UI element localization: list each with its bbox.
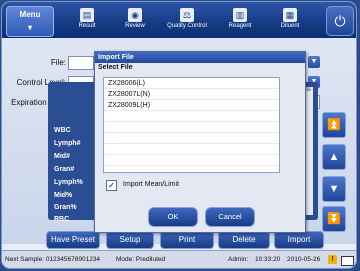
param-mid-count: Mid# <box>54 153 70 160</box>
printer-icon[interactable] <box>341 256 354 266</box>
print-button[interactable]: Print <box>160 231 214 249</box>
review-icon: ◉ <box>128 8 142 22</box>
param-rbc: RBC <box>54 216 70 223</box>
import-mean-label: Import Mean/Limit <box>123 181 180 188</box>
dialog-subtitle: Select File <box>98 64 133 71</box>
param-gran-percent: Gran% <box>54 204 77 211</box>
list-item-empty[interactable] <box>104 111 279 122</box>
balance-icon: ⚖ <box>180 8 194 22</box>
scroll-down-button[interactable]: ▼ <box>322 176 346 202</box>
reagent-button[interactable]: ▥ Reagent <box>218 5 262 35</box>
list-item-empty[interactable] <box>104 155 279 166</box>
warning-icon[interactable]: ! <box>328 255 337 264</box>
param-gran-count: Gran# <box>54 166 75 173</box>
user-text: Admin: <box>228 256 249 263</box>
menu-button[interactable]: Menu ▾ <box>6 6 54 37</box>
file-field[interactable] <box>68 56 94 70</box>
review-label: Review <box>125 23 145 29</box>
status-bar: Next Sample: 012345678901234 Mode: Predi… <box>2 250 356 268</box>
review-button[interactable]: ◉ Review <box>114 5 156 35</box>
checkmark-icon: ✓ <box>108 181 115 190</box>
diluent-label: Diluent <box>280 23 300 29</box>
param-wbc: WBC <box>54 127 71 134</box>
scroll-top-button[interactable]: ⏫ <box>322 112 346 138</box>
down-icon: ▼ <box>328 183 340 195</box>
power-icon: ⏻ <box>334 13 346 29</box>
file-list[interactable]: ZX28006(L) ZX28007L(N) ZX28009L(H) <box>103 77 280 173</box>
menu-label: Menu <box>19 10 41 19</box>
file-dropdown-button[interactable]: ▼ <box>308 56 320 68</box>
result-button[interactable]: ▤ Result <box>66 5 108 35</box>
list-item[interactable]: ZX28007L(N) <box>104 89 279 100</box>
list-item-empty[interactable] <box>104 133 279 144</box>
import-mean-checkbox[interactable]: ✓ <box>106 180 117 191</box>
diluent-button[interactable]: ▦ Diluent <box>268 5 312 35</box>
quality-control-button[interactable]: ⚖ Quality Control <box>162 5 212 35</box>
param-lymph-count: Lymph# <box>54 140 81 147</box>
dialog-title: Import File <box>95 52 305 63</box>
app-window: Menu ▾ ▤ Result ◉ Review ⚖ Quality Contr… <box>2 2 356 268</box>
list-item-empty[interactable] <box>104 122 279 133</box>
result-icon: ▤ <box>80 8 94 22</box>
diluent-icon: ▦ <box>283 8 297 22</box>
up-icon: ▲ <box>328 151 340 163</box>
double-up-icon: ⏫ <box>327 119 341 131</box>
delete-button[interactable]: Delete <box>218 231 270 249</box>
time-text: 10:33:20 <box>255 256 281 263</box>
list-item-empty[interactable] <box>104 144 279 155</box>
cancel-button[interactable]: Cancel <box>205 207 255 227</box>
power-button[interactable]: ⏻ <box>326 6 354 36</box>
reagent-label: Reagent <box>228 23 252 29</box>
date-text: 2010-05-26 <box>287 256 321 263</box>
list-item[interactable]: ZX28006(L) <box>104 78 279 89</box>
ok-button[interactable]: OK <box>148 207 198 227</box>
double-down-icon: ⏬ <box>327 213 341 225</box>
setup-button[interactable]: Setup <box>106 231 154 249</box>
scroll-up-button[interactable]: ▲ <box>322 144 346 170</box>
reagent-icon: ▥ <box>233 8 247 22</box>
import-file-dialog: Import File Select File ZX28006(L) ZX280… <box>94 51 306 233</box>
next-sample-text: Next Sample: 012345678901234 <box>5 256 101 263</box>
result-label: Result <box>78 23 96 29</box>
param-lymph-percent: Lymph% <box>54 179 83 186</box>
have-preset-button[interactable]: Have Preset <box>46 231 100 249</box>
quality-control-label: Quality Control <box>167 23 207 29</box>
param-mid-percent: Mid% <box>54 192 73 199</box>
scroll-bottom-button[interactable]: ⏬ <box>322 206 346 232</box>
chevron-down-icon: ▼ <box>310 58 318 65</box>
mode-text: Mode: Prediluted <box>116 256 166 263</box>
import-button[interactable]: Import <box>274 231 324 249</box>
top-toolbar: Menu ▾ ▤ Result ◉ Review ⚖ Quality Contr… <box>2 2 356 38</box>
list-item[interactable]: ZX28009L(H) <box>104 100 279 111</box>
file-label: File: <box>50 58 66 67</box>
chevron-down-icon: ▾ <box>27 23 32 32</box>
